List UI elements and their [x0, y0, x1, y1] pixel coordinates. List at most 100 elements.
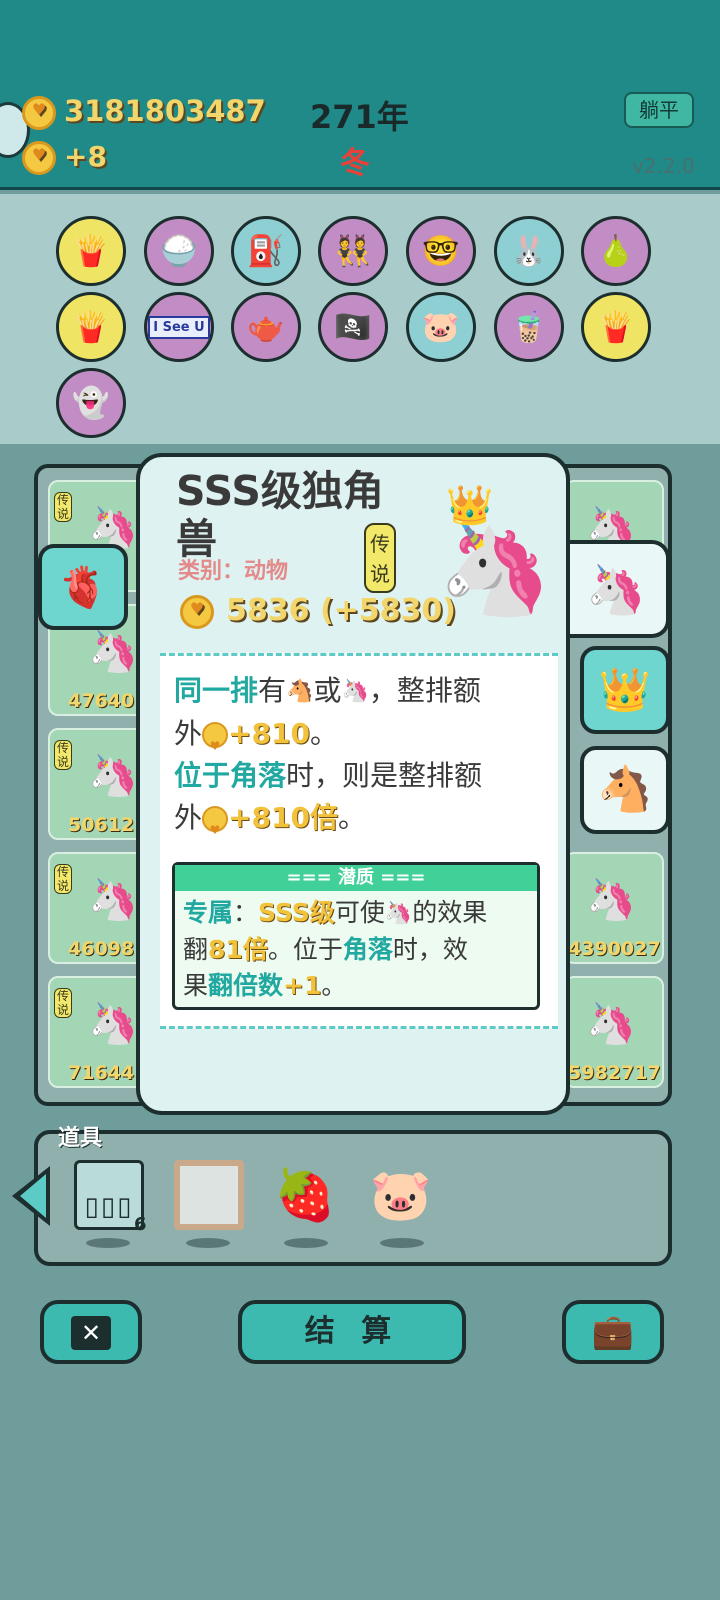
cell-value: 46098 — [68, 938, 135, 960]
board-cell[interactable]: 传说 🦄 50612 — [48, 728, 148, 840]
description-text: 同一排有🐴或🦄，整排额 外+810。 位于角落时，则是整排额 外+810倍。 — [174, 670, 550, 851]
twins-icon[interactable]: 👯 — [318, 216, 388, 286]
bag-button[interactable]: 💼 — [562, 1300, 664, 1364]
coin-icon — [22, 96, 56, 130]
horse-tile[interactable]: 🐴 — [580, 746, 670, 834]
unicorn-icon: 🦄 — [88, 629, 138, 675]
popup-title: SSS级独角 兽 — [176, 467, 384, 563]
cell-value: 5982717 — [568, 1062, 661, 1084]
cage-count: 6 — [134, 1214, 147, 1235]
fries-icon[interactable]: 🍟 — [56, 216, 126, 286]
value-text: 5836 (+5830) — [226, 593, 456, 628]
pot-text: 时，效 — [392, 935, 468, 964]
prop-shadow — [86, 1238, 130, 1248]
unicorn-icon: 🦄 — [586, 1001, 636, 1047]
board-cell[interactable]: 🦄 5982717 — [564, 976, 664, 1088]
pot-highlight: 翻倍数 — [208, 971, 284, 1000]
rice-bowl-icon[interactable]: 🍚 — [144, 216, 214, 286]
fries-icon[interactable]: 🍟 — [581, 292, 651, 362]
crown-icon: 👑 — [446, 483, 494, 527]
legend-tag: 传说 — [54, 864, 72, 894]
board-cell[interactable]: 🦄 4390027 — [564, 852, 664, 964]
coin-icon — [202, 722, 229, 767]
pot-text: 的效果 — [412, 898, 488, 927]
unicorn-tile[interactable]: 🦄 — [566, 540, 670, 638]
legend-tag: 传说 — [54, 492, 72, 522]
legend-tag: 传说 — [54, 988, 72, 1018]
pump-icon[interactable]: ⛽ — [231, 216, 301, 286]
desc-text: 。 — [337, 801, 366, 834]
prop-shadow — [380, 1238, 424, 1248]
legend-tag: 传说 — [54, 740, 72, 770]
pot-highlight: 角落 — [342, 935, 393, 964]
money-display: 3181803487 — [22, 94, 266, 130]
math-head-icon[interactable]: 🤓 — [406, 216, 476, 286]
i-see-u-sign[interactable]: I See U — [144, 292, 214, 362]
fries-icon[interactable]: 🍟 — [56, 292, 126, 362]
collection-grid: 🍟 🍚 ⛽ 👯 🤓 🐰 🍐 🍟 I See U 🫖 🏴‍☠️ 🐷 🧋 🍟 👻 — [0, 194, 720, 444]
potential-box: === 潜质 === 专属：SSS级可使🦄的效果 翻81倍。位于角落时，效 果翻… — [172, 862, 540, 1010]
eyepatch-icon[interactable]: 🏴‍☠️ — [318, 292, 388, 362]
desc-text: 或 — [313, 674, 342, 707]
pot-highlight: 专属 — [183, 898, 234, 927]
income-value: +8 — [64, 140, 107, 173]
horse-mini-icon: 🐴 — [286, 679, 314, 704]
rabbit-icon[interactable]: 🐰 — [494, 216, 564, 286]
season-label: 冬 — [340, 146, 370, 181]
desc-text: 时，则是整排额 — [286, 759, 483, 792]
prop-shadow — [284, 1238, 328, 1248]
income-display: +8 — [22, 140, 107, 175]
milk-tea-icon[interactable]: 🧋 — [494, 292, 564, 362]
scroll-left-arrow-fill — [20, 1174, 46, 1218]
pot-bonus: 81倍 — [208, 935, 268, 964]
coin-icon — [22, 141, 56, 175]
ghost-icon[interactable]: 👻 — [56, 368, 126, 438]
frame-icon[interactable] — [174, 1160, 244, 1230]
crown-tile[interactable]: 👑 — [580, 646, 670, 734]
liver-tile[interactable]: 🫀 — [38, 544, 128, 630]
coin-icon — [180, 594, 214, 629]
guava-icon[interactable]: 🍐 — [581, 216, 651, 286]
potential-header: === 潜质 === — [175, 865, 537, 891]
gravy-boat-icon[interactable]: 🫖 — [231, 292, 301, 362]
unicorn-icon: 🦄 — [88, 1001, 138, 1047]
desc-bonus: +810倍 — [228, 801, 338, 834]
piggy-bank-icon[interactable]: 🐷 — [366, 1160, 436, 1230]
version-label: v2.2.0 — [632, 154, 695, 178]
cell-value: 50612 — [68, 814, 135, 836]
unicorn-mini-icon: 🦄 — [341, 679, 369, 704]
pot-text: 。 — [321, 971, 347, 1000]
board-cell[interactable]: 传说 🦄 46098 — [48, 852, 148, 964]
cell-value: 47640 — [68, 690, 135, 712]
close-button[interactable]: ✕ — [40, 1300, 142, 1364]
pot-text: 果 — [183, 971, 209, 1000]
desc-bonus: +810 — [228, 717, 310, 750]
unicorn-icon: 🦄 — [88, 877, 138, 923]
pot-bonus: SSS级 — [258, 898, 335, 927]
lie-flat-button[interactable]: 躺平 — [624, 92, 694, 128]
potential-text: 专属：SSS级可使🦄的效果 翻81倍。位于角落时，效 果翻倍数+1。 — [175, 891, 537, 1008]
cell-value: 71644 — [68, 1062, 135, 1084]
category-label: 类别：动物 — [178, 559, 289, 584]
settle-button[interactable]: 结 算 — [238, 1300, 466, 1364]
board-cell[interactable]: 传说 🦄 71644 — [48, 976, 148, 1088]
desc-highlight: 同一排 — [174, 674, 259, 707]
desc-text: ，整排额 — [368, 674, 481, 707]
briefcase-icon: 💼 — [591, 1312, 635, 1352]
pot-text: 翻 — [183, 935, 209, 964]
pot-text: 可使 — [334, 898, 385, 927]
unicorn-icon: 🦄 — [88, 753, 138, 799]
strawberry-icon[interactable]: 🍓 — [270, 1160, 340, 1230]
title-line-1: SSS级独角 — [176, 467, 384, 515]
item-detail-popup: SSS级独角 兽 类别：动物 传说 🦄 👑 5836 (+5830) 同一排有🐴… — [136, 453, 570, 1115]
props-label: 道具 — [58, 1126, 103, 1151]
cell-value: 4390027 — [568, 938, 661, 960]
prop-shadow — [186, 1238, 230, 1248]
desc-highlight: 位于角落 — [174, 759, 287, 792]
pot-text: ： — [233, 898, 259, 927]
desc-text: 外 — [174, 801, 203, 834]
value-display: 5836 (+5830) — [180, 593, 456, 629]
piggy-bank-icon[interactable]: 🐷 — [406, 292, 476, 362]
money-value: 3181803487 — [64, 94, 266, 128]
description-panel: 同一排有🐴或🦄，整排额 外+810。 位于角落时，则是整排额 外+810倍。 =… — [160, 653, 558, 1029]
